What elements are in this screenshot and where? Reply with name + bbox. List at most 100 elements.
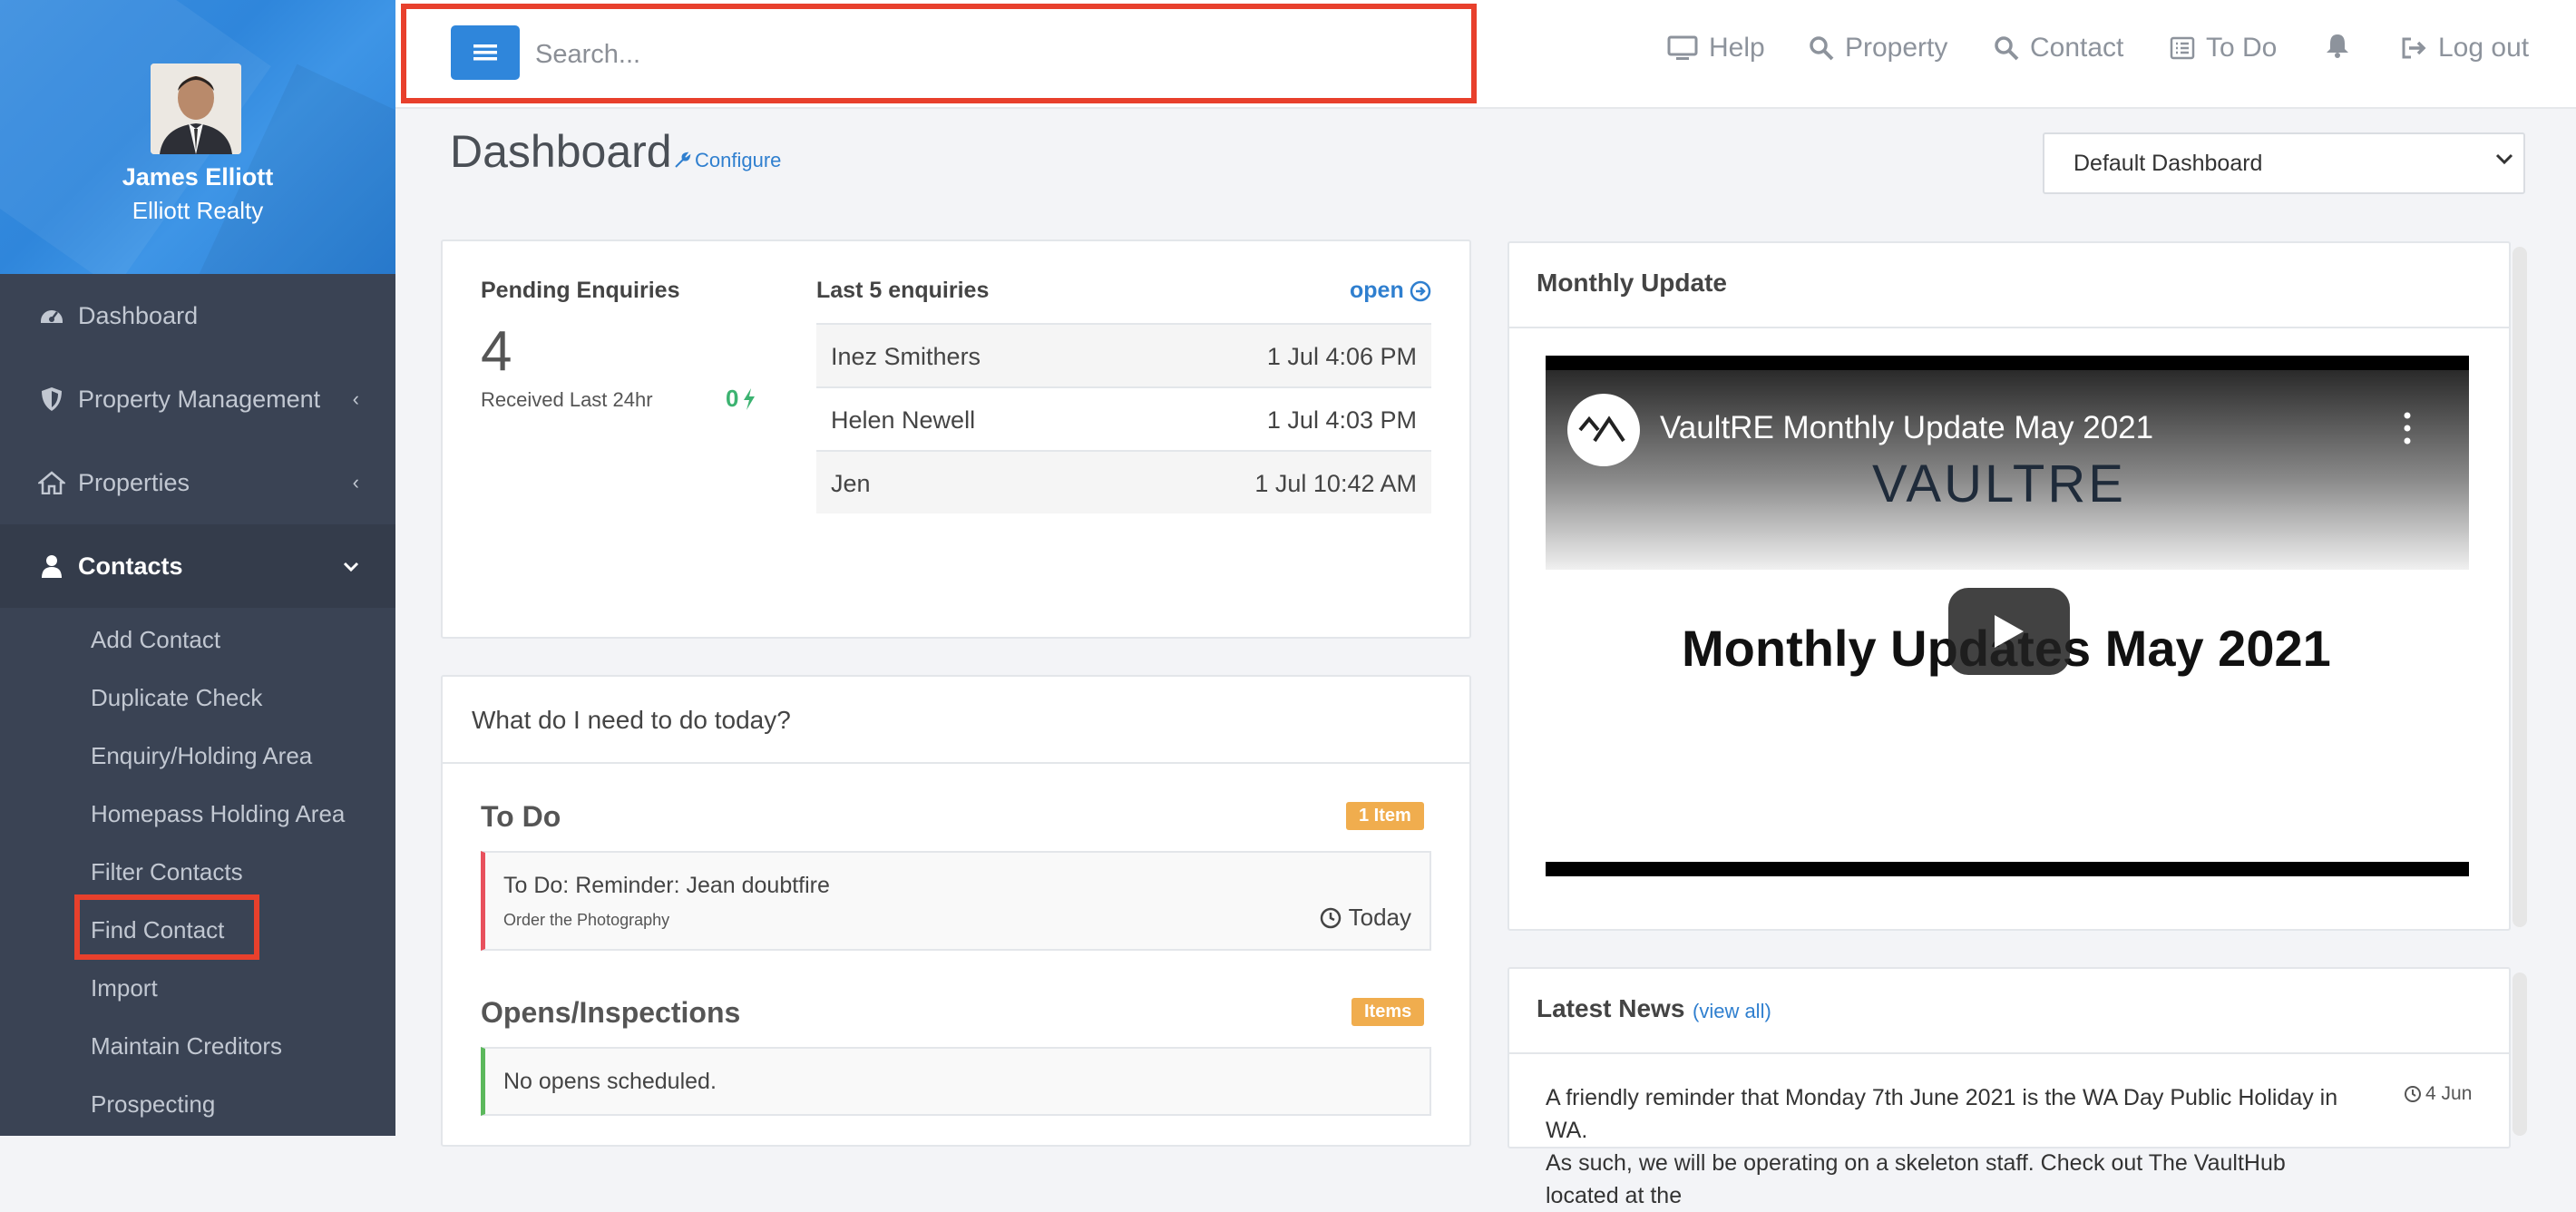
received-count-value: 0 [726, 385, 739, 412]
channel-avatar[interactable] [1567, 394, 1640, 466]
chevron-down-icon [2495, 153, 2513, 165]
news-line: As such, we will be operating on a skele… [1546, 1150, 2286, 1208]
arrow-circle-right-icon [1410, 280, 1430, 301]
latest-news-heading: Latest News [1537, 994, 1685, 1022]
enquiry-date: 1 Jul 4:03 PM [1266, 406, 1417, 434]
find-contact-highlight [74, 894, 259, 960]
chevron-down-icon [343, 554, 359, 578]
sidebar-item-property-management[interactable]: Property Management ‹ [0, 357, 395, 441]
enquiry-row[interactable]: Inez Smithers 1 Jul 4:06 PM [816, 323, 1431, 386]
play-icon [1995, 615, 2024, 648]
video-brand-logo: VAULTRE [1872, 454, 2126, 513]
pending-enquiries-label: Pending Enquiries [481, 278, 680, 303]
contact-search-link[interactable]: Contact [1994, 33, 2123, 64]
enquiry-date: 1 Jul 4:06 PM [1266, 343, 1417, 370]
sidebar-subitem-import[interactable]: Import [91, 974, 158, 1002]
todo-item[interactable]: To Do: Reminder: Jean doubtfire Order th… [481, 851, 1431, 951]
sidebar-subitem-prospecting[interactable]: Prospecting [91, 1090, 215, 1119]
profile-panel: James Elliott Elliott Realty [0, 0, 395, 274]
opens-empty-state: No opens scheduled. [481, 1047, 1431, 1116]
enquiry-name: Inez Smithers [831, 343, 981, 370]
pending-count: 4 [481, 320, 512, 383]
menu-toggle-button[interactable] [451, 25, 520, 80]
sidebar-subitem-homepass-holding-area[interactable]: Homepass Holding Area [91, 800, 345, 828]
clock-icon [2405, 1086, 2421, 1102]
enquiry-row[interactable]: Jen 1 Jul 10:42 AM [816, 450, 1431, 513]
news-date-value: 4 Jun [2425, 1083, 2473, 1104]
list-icon [2170, 36, 2195, 60]
todo-section-title: To Do [481, 800, 561, 833]
video-player[interactable]: VaultRE Monthly Update May 2021 VAULTRE … [1546, 356, 2469, 876]
monthly-update-heading: Monthly Update [1537, 269, 1727, 297]
bolt-icon [744, 387, 756, 410]
news-line: A friendly reminder that Monday 7th June… [1546, 1085, 2338, 1143]
received-label: Received Last 24hr [481, 388, 653, 411]
news-body: A friendly reminder that Monday 7th June… [1546, 1081, 2362, 1212]
shield-icon [38, 386, 65, 413]
view-all-news-link[interactable]: (view all) [1693, 1000, 1771, 1023]
news-scrollbar[interactable] [2513, 973, 2527, 1136]
logout-icon [2402, 37, 2426, 59]
video-title: VaultRE Monthly Update May 2021 [1660, 410, 2154, 445]
sidebar-subitem-enquiry-holding-area[interactable]: Enquiry/Holding Area [91, 742, 312, 770]
user-icon [38, 552, 65, 580]
help-label: Help [1709, 33, 1765, 63]
enquiry-date: 1 Jul 10:42 AM [1254, 470, 1417, 497]
sidebar-subitem-duplicate-check[interactable]: Duplicate Check [91, 684, 262, 712]
user-name: James Elliott [122, 163, 274, 191]
divider [1509, 1052, 2509, 1054]
sidebar-item-label: Property Management [78, 385, 321, 413]
sidebar-item-properties[interactable]: Properties ‹ [0, 441, 395, 524]
enquiry-name: Jen [831, 470, 871, 497]
todo-count-badge: 1 Item [1346, 802, 1424, 830]
monitor-icon [1667, 35, 1698, 60]
todo-label: To Do [2206, 33, 2278, 63]
logout-link[interactable]: Log out [2400, 33, 2529, 64]
todo-item-when: Today [1348, 904, 1411, 931]
opens-count-badge: Items [1351, 998, 1425, 1026]
todo-item-subtitle: Order the Photography [503, 911, 670, 929]
clock-icon [1320, 907, 1341, 928]
sidebar-item-label: Properties [78, 468, 190, 496]
dashboard-select-value: Default Dashboard [2073, 150, 2263, 176]
last-enquiries-label: Last 5 enquiries [816, 278, 990, 303]
configure-link[interactable]: Configure [673, 149, 781, 172]
wrench-icon [675, 152, 691, 168]
help-link[interactable]: Help [1667, 33, 1765, 64]
search-icon [1810, 36, 1834, 61]
sidebar-subitem-filter-contacts[interactable]: Filter Contacts [91, 858, 243, 886]
notifications-button[interactable] [2326, 33, 2349, 58]
more-options-icon[interactable] [2404, 412, 2411, 445]
property-search-link[interactable]: Property [1809, 33, 1947, 64]
enquiry-row[interactable]: Helen Newell 1 Jul 4:03 PM [816, 386, 1431, 450]
search-input[interactable] [535, 27, 1442, 82]
todo-link[interactable]: To Do [2170, 33, 2277, 64]
sidebar-subitem-add-contact[interactable]: Add Contact [91, 626, 220, 654]
monthly-scrollbar[interactable] [2513, 247, 2527, 927]
user-company: Elliott Realty [132, 197, 264, 224]
open-label: open [1350, 278, 1404, 303]
configure-label: Configure [695, 149, 782, 171]
sidebar: James Elliott Elliott Realty Dashboard P… [0, 0, 395, 1136]
page-title: Dashboard [450, 126, 672, 177]
divider [1509, 327, 2509, 328]
hamburger-icon [473, 44, 497, 61]
received-count: 0 [726, 385, 756, 413]
sidebar-item-label: Dashboard [78, 301, 199, 329]
contact-label: Contact [2030, 33, 2124, 63]
sidebar-item-label: Contacts [78, 552, 183, 580]
play-button[interactable] [1948, 588, 2070, 675]
avatar[interactable] [151, 64, 241, 154]
sidebar-subitem-maintain-creditors[interactable]: Maintain Creditors [91, 1032, 282, 1060]
dashboard-select[interactable]: Default Dashboard [2043, 132, 2525, 194]
chevron-left-icon: ‹ [352, 471, 359, 494]
bell-icon [2327, 34, 2348, 58]
search-icon [1995, 36, 2019, 61]
today-heading: What do I need to do today? [472, 706, 791, 734]
sidebar-item-dashboard[interactable]: Dashboard [0, 274, 395, 357]
opens-empty-text: No opens scheduled. [503, 1069, 717, 1094]
enquiry-name: Helen Newell [831, 406, 976, 434]
open-enquiries-link[interactable]: open [1350, 278, 1431, 304]
sidebar-item-contacts[interactable]: Contacts [0, 524, 395, 608]
logout-label: Log out [2438, 33, 2530, 63]
